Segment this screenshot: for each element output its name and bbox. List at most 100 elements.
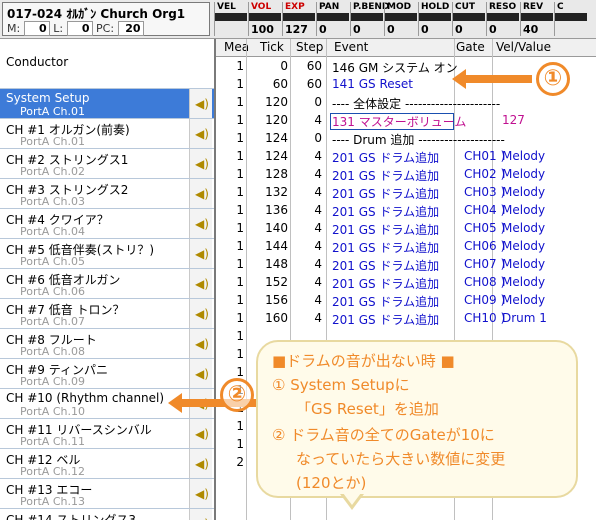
event-row[interactable]: 1 144 4 201 GS ドラム追加 CH06 ) Melody [216, 237, 596, 255]
callout-line: なっていたら大きい数値に変更 [296, 450, 506, 468]
track-item[interactable]: CH #4 クワイア？ PortA Ch.04 ◀) [0, 209, 214, 239]
track-item[interactable]: CH #2 ストリングス1 PortA Ch.02 ◀) [0, 149, 214, 179]
col-event[interactable]: Event [334, 40, 368, 54]
speaker-icon[interactable]: ◀) [189, 359, 212, 388]
speaker-icon[interactable]: ◀) [189, 329, 212, 358]
speaker-icon[interactable]: ◀) [189, 479, 212, 508]
meter-c: C [554, 2, 589, 36]
event-cell-mea: 1 [236, 95, 244, 109]
track-item[interactable]: CH #9 ティンパニ PortA Ch.09 ◀) [0, 359, 214, 389]
col-vel-value[interactable]: Vel/Value [496, 40, 551, 54]
speaker-glyph: ◀) [195, 337, 209, 351]
col-tick[interactable]: Tick [260, 40, 284, 54]
event-row[interactable]: 1 128 4 201 GS ドラム追加 CH02 ) Melody [216, 165, 596, 183]
event-cell-tick: 160 [265, 311, 288, 325]
speaker-icon[interactable]: ◀) [189, 89, 212, 118]
event-row[interactable]: 1 124 4 201 GS ドラム追加 CH01 ) Melody [216, 147, 596, 165]
track-item[interactable]: System Setup PortA Ch.01 ◀) [0, 89, 214, 119]
track-port: PortA Ch.04 [20, 225, 85, 238]
event-cell-mea: 1 [236, 329, 244, 343]
event-cell-mea: 1 [236, 311, 244, 325]
track-port: PortA Ch.09 [20, 375, 85, 388]
event-cell-gate: CH09 ) [464, 293, 506, 307]
speaker-glyph: ◀) [195, 427, 209, 441]
track-name: CH #14 ストリングス3 [6, 513, 136, 520]
meter-label: CUT [455, 2, 476, 12]
speaker-icon[interactable]: ◀) [189, 269, 212, 298]
speaker-icon[interactable]: ◀) [189, 149, 212, 178]
col-gate[interactable]: Gate [456, 40, 485, 54]
speaker-glyph: ◀) [195, 247, 209, 261]
track-list[interactable]: Conductor System Setup PortA Ch.01 ◀) CH #1 … [0, 39, 216, 520]
event-row[interactable]: 1 124 0 ---- Drum 追加 -------------------- [216, 129, 596, 147]
track-item[interactable]: CH #7 低音 トロン？ PortA Ch.07 ◀) [0, 299, 214, 329]
meter-value: 0 [489, 23, 497, 36]
speaker-icon[interactable]: ◀) [189, 179, 212, 208]
col-step[interactable]: Step [296, 40, 323, 54]
speaker-icon[interactable]: ◀) [189, 449, 212, 478]
event-cell-mea: 1 [236, 149, 244, 163]
track-item[interactable]: CH #6 低音オルガン PortA Ch.06 ◀) [0, 269, 214, 299]
meter-mod: MOD 0 [384, 2, 419, 36]
event-cell-step: 60 [306, 59, 322, 73]
speaker-icon[interactable]: ◀) [189, 119, 212, 148]
track-item[interactable]: CH #1 オルガン(前奏) PortA Ch.01 ◀) [0, 119, 214, 149]
track-item[interactable]: CH #13 エコー PortA Ch.13 ◀) [0, 479, 214, 509]
speaker-icon[interactable]: ◀) [189, 239, 212, 268]
event-row[interactable]: 1 152 4 201 GS ドラム追加 CH08 ) Melody [216, 273, 596, 291]
event-row[interactable]: 1 136 4 201 GS ドラム追加 CH04 ) Melody [216, 201, 596, 219]
track-item[interactable]: CH #12 ベル PortA Ch.12 ◀) [0, 449, 214, 479]
event-row[interactable]: 1 156 4 201 GS ドラム追加 CH09 ) Melody [216, 291, 596, 309]
meter-reso: RESO 0 [486, 2, 521, 36]
track-item[interactable]: CH #14 ストリングス3 ◀) [0, 509, 214, 520]
event-cell-evt: 201 GS ドラム追加 [332, 241, 440, 255]
event-cell-step: 60 [306, 77, 322, 91]
event-row[interactable]: 1 160 4 201 GS ドラム追加 CH10 ) Drum 1 [216, 309, 596, 327]
track-item[interactable]: CH #11 リバースシンバル PortA Ch.11 ◀) [0, 419, 214, 449]
event-cell-tick: 156 [265, 293, 288, 307]
event-cell-vel: Melody [502, 167, 546, 181]
event-cell-gate: CH01 ) [464, 149, 506, 163]
event-cell-tick: 132 [265, 185, 288, 199]
meter-value: 100 [251, 23, 274, 36]
event-cell-evt: 146 GM システム オン [332, 61, 458, 75]
event-cell-vel: 127 [502, 113, 525, 127]
event-cell-tick: 120 [265, 95, 288, 109]
event-cell-tick: 0 [280, 59, 288, 73]
event-row[interactable]: 1 148 4 201 GS ドラム追加 CH07 ) Melody [216, 255, 596, 273]
track-name: CH #10 (Rhythm channel) [6, 391, 165, 405]
event-cell-vel: Melody [502, 275, 546, 289]
speaker-icon[interactable]: ◀) [189, 509, 212, 520]
event-cell-step: 4 [314, 293, 322, 307]
event-cell-tick: 128 [265, 167, 288, 181]
track-item[interactable]: CH #5 低音伴奏(ストリ？) PortA Ch.05 ◀) [0, 239, 214, 269]
event-row[interactable]: 1 120 0 ---- 全体設定 ---------------------- [216, 93, 596, 111]
speaker-icon[interactable]: ◀) [189, 419, 212, 448]
track-port: PortA Ch.05 [20, 255, 85, 268]
event-row[interactable]: 1 140 4 201 GS ドラム追加 CH05 ) Melody [216, 219, 596, 237]
track-item[interactable]: CH #3 ストリングス2 PortA Ch.03 ◀) [0, 179, 214, 209]
event-cell-mea: 1 [236, 113, 244, 127]
event-cell-evt: 201 GS ドラム追加 [332, 169, 440, 183]
speaker-glyph: ◀) [195, 487, 209, 501]
meter-bar [283, 13, 315, 21]
event-cell-gate: CH07 ) [464, 257, 506, 271]
meter-value: 0 [455, 23, 463, 36]
meter-bar [385, 13, 417, 21]
event-cell-gate: CH03 ) [464, 185, 506, 199]
event-cell-gate: CH05 ) [464, 221, 506, 235]
event-cell-evt: ---- 全体設定 ---------------------- [332, 97, 501, 111]
meter-value: 0 [387, 23, 395, 36]
event-cell-step: 4 [314, 203, 322, 217]
meter-bar [419, 13, 451, 21]
instruction-callout: ■ドラムの音が出ない時 ■ ① System Setupに 「GS Reset」… [256, 340, 578, 498]
event-cell-tick: 60 [272, 77, 288, 91]
track-item[interactable]: Conductor [0, 39, 214, 89]
track-item[interactable]: CH #8 フルート PortA Ch.08 ◀) [0, 329, 214, 359]
event-row[interactable]: 1 132 4 201 GS ドラム追加 CH03 ) Melody [216, 183, 596, 201]
event-cell-step: 4 [314, 257, 322, 271]
event-list-header: Mea Tick Step Event Gate Vel/Value [216, 39, 596, 57]
speaker-icon[interactable]: ◀) [189, 299, 212, 328]
speaker-icon[interactable]: ◀) [189, 209, 212, 238]
track-port: PortA Ch.01 [20, 105, 85, 118]
